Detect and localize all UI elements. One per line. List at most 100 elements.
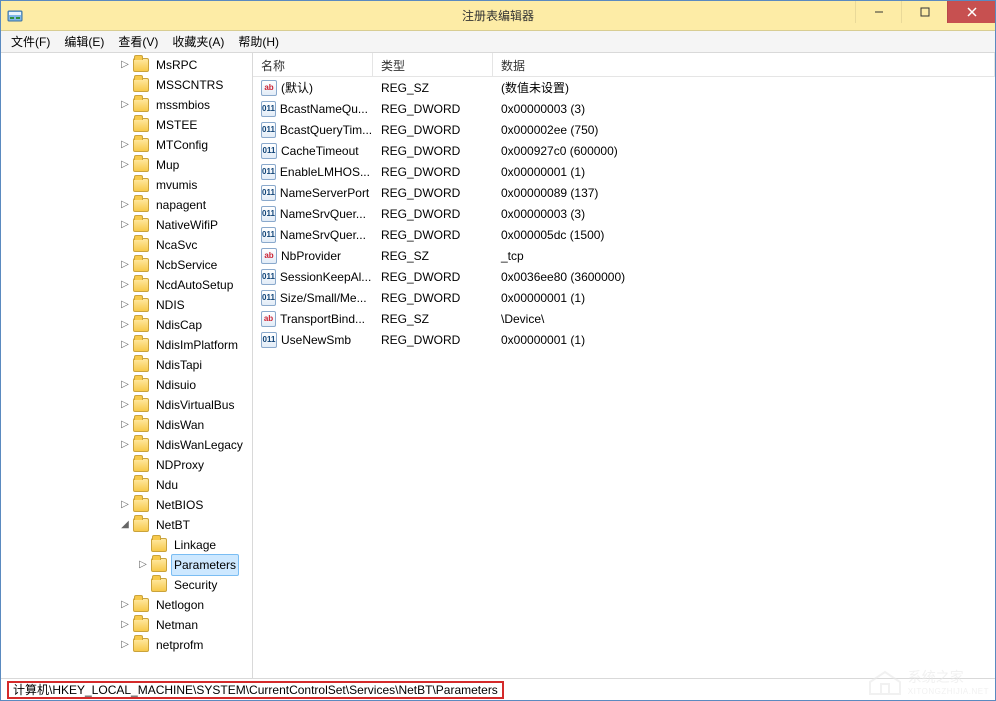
tree-node[interactable]: ▷ mssmbios bbox=[1, 95, 252, 115]
tree-node[interactable]: ▷ NcbService bbox=[1, 255, 252, 275]
tree-expander-icon[interactable]: ▷ bbox=[119, 135, 131, 155]
menu-file[interactable]: 文件(F) bbox=[5, 31, 56, 52]
tree-node[interactable]: MSTEE bbox=[1, 115, 252, 135]
tree-expander-icon[interactable]: ▷ bbox=[119, 435, 131, 455]
maximize-button[interactable] bbox=[901, 1, 947, 23]
tree-node-label[interactable]: napagent bbox=[153, 195, 209, 215]
value-row[interactable]: 011CacheTimeoutREG_DWORD0x000927c0 (6000… bbox=[253, 140, 995, 161]
minimize-button[interactable] bbox=[855, 1, 901, 23]
tree-node[interactable]: ▷ NdisWanLegacy bbox=[1, 435, 252, 455]
col-header-name[interactable]: 名称 bbox=[253, 53, 373, 76]
tree-node-label[interactable]: NdisVirtualBus bbox=[153, 395, 237, 415]
tree-node-label[interactable]: netprofm bbox=[153, 635, 206, 655]
tree-node[interactable]: Linkage bbox=[1, 535, 252, 555]
tree-node[interactable]: ▷NdisCap bbox=[1, 315, 252, 335]
tree-node[interactable]: ▷ MsRPC bbox=[1, 55, 252, 75]
tree-node[interactable]: ▷ Ndisuio bbox=[1, 375, 252, 395]
close-button[interactable] bbox=[947, 1, 995, 23]
tree-expander-icon[interactable]: ▷ bbox=[119, 95, 131, 115]
menu-edit[interactable]: 编辑(E) bbox=[58, 31, 110, 52]
tree-expander-icon[interactable]: ▷ bbox=[119, 195, 131, 215]
menu-favorites[interactable]: 收藏夹(A) bbox=[166, 31, 230, 52]
tree-node[interactable]: ▷ Mup bbox=[1, 155, 252, 175]
tree-expander-icon[interactable]: ▷ bbox=[119, 295, 131, 315]
menu-help[interactable]: 帮助(H) bbox=[232, 31, 285, 52]
tree-expander-icon[interactable]: ▷ bbox=[119, 55, 131, 75]
tree-node-label[interactable]: Ndisuio bbox=[153, 375, 199, 395]
tree-expander-icon[interactable]: ▷ bbox=[119, 215, 131, 235]
value-row[interactable]: 011Size/Small/Me...REG_DWORD0x00000001 (… bbox=[253, 287, 995, 308]
value-row[interactable]: abNbProviderREG_SZ_tcp bbox=[253, 245, 995, 266]
tree-node-label[interactable]: NDProxy bbox=[153, 455, 207, 475]
tree-node[interactable]: NDProxy bbox=[1, 455, 252, 475]
tree-expander-icon[interactable]: ▷ bbox=[119, 155, 131, 175]
tree-expander-icon[interactable]: ▷ bbox=[119, 275, 131, 295]
tree-expander-icon[interactable]: ▷ bbox=[119, 315, 131, 335]
registry-tree[interactable]: ▷MsRPCMSSCNTRS▷mssmbiosMSTEE▷MTConfig▷Mu… bbox=[1, 53, 252, 657]
tree-node[interactable]: NdisTapi bbox=[1, 355, 252, 375]
tree-node-label[interactable]: NdisTapi bbox=[153, 355, 205, 375]
tree-expander-icon[interactable]: ▷ bbox=[119, 395, 131, 415]
menu-view[interactable]: 查看(V) bbox=[112, 31, 164, 52]
tree-expander-icon[interactable]: ▷ bbox=[119, 415, 131, 435]
value-row[interactable]: 011NameServerPortREG_DWORD0x00000089 (13… bbox=[253, 182, 995, 203]
tree-node[interactable]: ▷ napagent bbox=[1, 195, 252, 215]
col-header-type[interactable]: 类型 bbox=[373, 53, 493, 76]
col-header-data[interactable]: 数据 bbox=[493, 53, 995, 76]
tree-expander-icon[interactable]: ▷ bbox=[119, 255, 131, 275]
tree-node-label[interactable]: NcbService bbox=[153, 255, 220, 275]
tree-node[interactable]: ▷ MTConfig bbox=[1, 135, 252, 155]
tree-node-label[interactable]: NDIS bbox=[153, 295, 188, 315]
tree-node-label[interactable]: NdisWan bbox=[153, 415, 207, 435]
tree-node-label[interactable]: NcaSvc bbox=[153, 235, 200, 255]
tree-node-label[interactable]: Parameters bbox=[171, 554, 239, 576]
value-row[interactable]: 011NameSrvQuer...REG_DWORD0x00000003 (3) bbox=[253, 203, 995, 224]
tree-expander-icon[interactable]: ▷ bbox=[119, 335, 131, 355]
value-row[interactable]: 011UseNewSmbREG_DWORD0x00000001 (1) bbox=[253, 329, 995, 350]
value-row[interactable]: 011NameSrvQuer...REG_DWORD0x000005dc (15… bbox=[253, 224, 995, 245]
tree-expander-icon[interactable]: ▷ bbox=[119, 615, 131, 635]
tree-node[interactable]: ◢ NetBT bbox=[1, 515, 252, 535]
tree-pane[interactable]: ▷MsRPCMSSCNTRS▷mssmbiosMSTEE▷MTConfig▷Mu… bbox=[1, 53, 253, 678]
tree-node[interactable]: ▷ Netman bbox=[1, 615, 252, 635]
tree-node[interactable]: mvumis bbox=[1, 175, 252, 195]
tree-node-label[interactable]: NdisWanLegacy bbox=[153, 435, 246, 455]
tree-node[interactable]: ▷ NdisImPlatform bbox=[1, 335, 252, 355]
value-row[interactable]: 011BcastNameQu...REG_DWORD0x00000003 (3) bbox=[253, 98, 995, 119]
tree-node-label[interactable]: NetBIOS bbox=[153, 495, 206, 515]
value-row[interactable]: abTransportBind...REG_SZ\Device\ bbox=[253, 308, 995, 329]
value-row[interactable]: 011EnableLMHOS...REG_DWORD0x00000001 (1) bbox=[253, 161, 995, 182]
tree-expander-icon[interactable]: ▷ bbox=[119, 375, 131, 395]
tree-node-label[interactable]: Mup bbox=[153, 155, 182, 175]
tree-expander-icon[interactable]: ▷ bbox=[119, 635, 131, 655]
tree-node-label[interactable]: NativeWifiP bbox=[153, 215, 221, 235]
tree-node-label[interactable]: Netman bbox=[153, 615, 201, 635]
tree-node-label[interactable]: Security bbox=[171, 575, 220, 595]
tree-node[interactable]: ▷ netprofm bbox=[1, 635, 252, 655]
value-row[interactable]: 011BcastQueryTim...REG_DWORD0x000002ee (… bbox=[253, 119, 995, 140]
tree-node-label[interactable]: Netlogon bbox=[153, 595, 207, 615]
tree-node[interactable]: ▷ Netlogon bbox=[1, 595, 252, 615]
tree-expander-icon[interactable]: ▷ bbox=[137, 555, 149, 575]
tree-expander-icon[interactable]: ◢ bbox=[119, 515, 131, 535]
tree-node[interactable]: ▷ NcdAutoSetup bbox=[1, 275, 252, 295]
tree-expander-icon[interactable]: ▷ bbox=[119, 495, 131, 515]
tree-node[interactable]: NcaSvc bbox=[1, 235, 252, 255]
tree-node-label[interactable]: NdisImPlatform bbox=[153, 335, 241, 355]
tree-node-label[interactable]: MTConfig bbox=[153, 135, 211, 155]
tree-node[interactable]: Security bbox=[1, 575, 252, 595]
tree-node-label[interactable]: mvumis bbox=[153, 175, 200, 195]
tree-node-label[interactable]: Ndu bbox=[153, 475, 181, 495]
tree-node[interactable]: ▷ Parameters bbox=[1, 555, 252, 575]
tree-node-label[interactable]: Linkage bbox=[171, 535, 219, 555]
tree-node-label[interactable]: NetBT bbox=[153, 515, 193, 535]
tree-node[interactable]: ▷ NativeWifiP bbox=[1, 215, 252, 235]
tree-node-label[interactable]: MSSCNTRS bbox=[153, 75, 226, 95]
tree-node-label[interactable]: MsRPC bbox=[153, 55, 200, 75]
tree-expander-icon[interactable]: ▷ bbox=[119, 595, 131, 615]
value-row[interactable]: ab(默认)REG_SZ(数值未设置) bbox=[253, 77, 995, 98]
tree-node-label[interactable]: NcdAutoSetup bbox=[153, 275, 236, 295]
tree-node-label[interactable]: mssmbios bbox=[153, 95, 213, 115]
list-pane[interactable]: 名称 类型 数据 ab(默认)REG_SZ(数值未设置)011BcastName… bbox=[253, 53, 995, 678]
value-row[interactable]: 011SessionKeepAl...REG_DWORD0x0036ee80 (… bbox=[253, 266, 995, 287]
